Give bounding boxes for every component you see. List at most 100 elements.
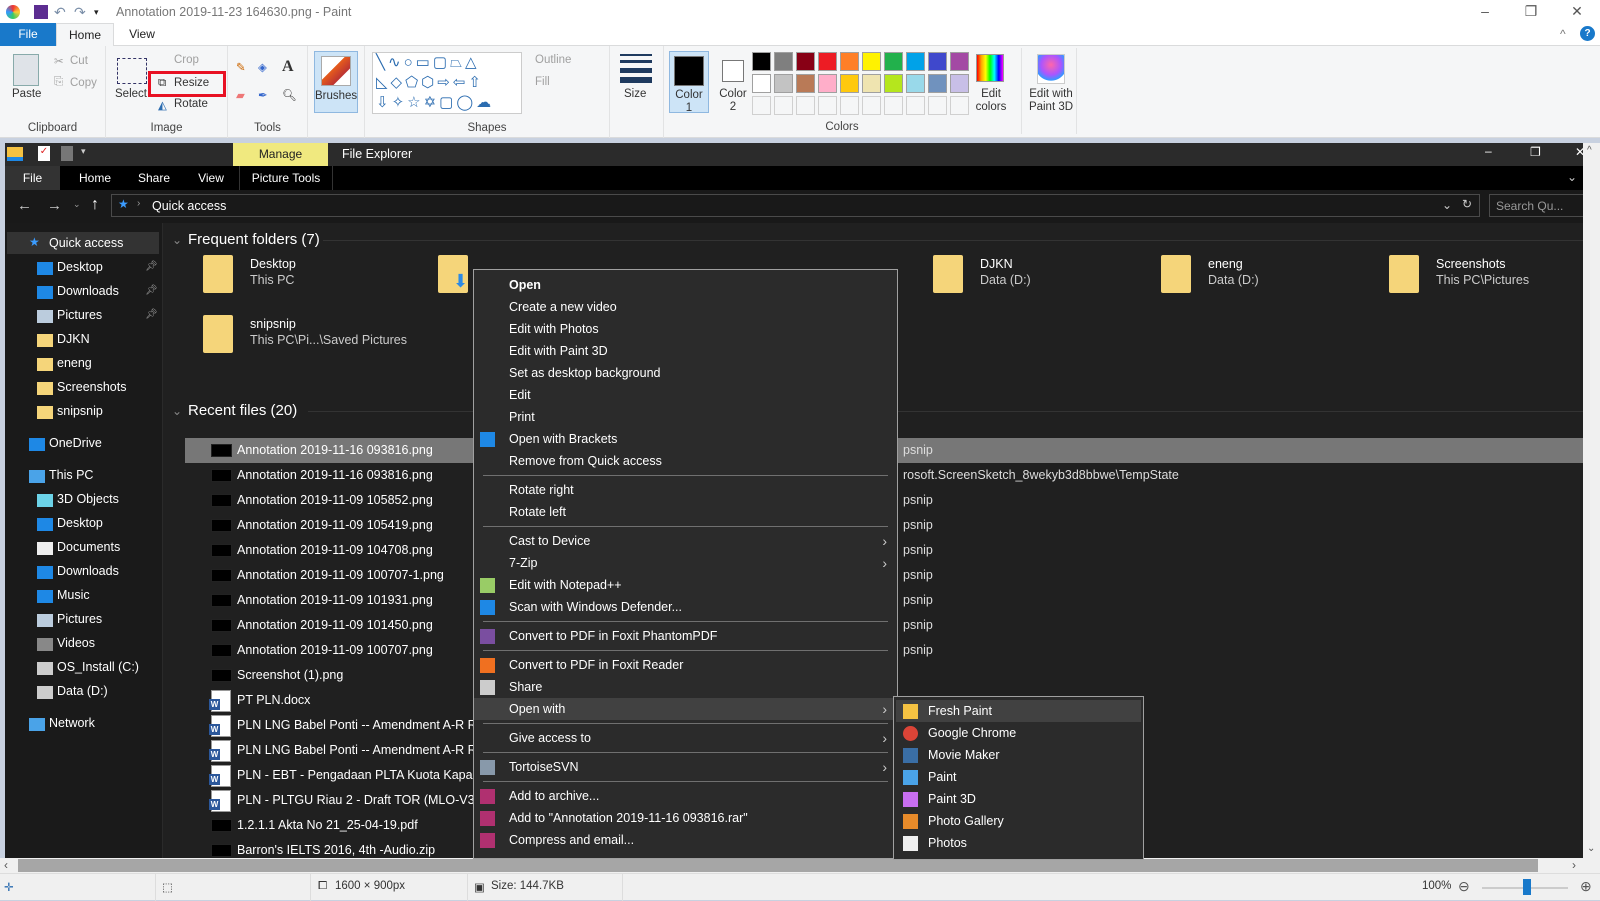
up-icon[interactable]: ↑ [91, 196, 99, 214]
select-button[interactable]: Select [115, 88, 147, 100]
folder-name[interactable]: eneng [1208, 257, 1243, 271]
context-menu-item[interactable]: Remove from Quick access [474, 450, 897, 472]
nav-item[interactable]: snipsnip [57, 404, 103, 418]
help-icon[interactable]: ? [1580, 26, 1595, 41]
nav-item[interactable]: This PC [49, 468, 93, 482]
scroll-right-icon[interactable]: › [1572, 858, 1576, 872]
palette-custom-swatch[interactable] [928, 96, 947, 115]
horizontal-scroll-thumb[interactable] [18, 859, 1538, 872]
paste-icon[interactable] [13, 54, 39, 86]
select-icon[interactable] [117, 58, 147, 84]
palette-color-swatch[interactable] [818, 74, 837, 93]
context-menu-item[interactable]: Convert to PDF in Foxit Reader [474, 654, 897, 676]
edit-with-paint3d-button[interactable]: Edit with Paint 3D [1026, 88, 1076, 114]
outline-button[interactable]: Outline [535, 54, 571, 66]
open-with-item[interactable]: Movie Maker [896, 744, 1141, 766]
palette-custom-swatch[interactable] [752, 96, 771, 115]
palette-custom-swatch[interactable] [862, 96, 881, 115]
brushes-button[interactable]: Brushes [314, 51, 358, 113]
save-icon[interactable] [34, 4, 48, 19]
edit-colors-button[interactable]: Edit colors [972, 88, 1010, 114]
recent-locations-icon[interactable]: ⌄ [73, 199, 81, 210]
horizontal-scrollbar[interactable]: ‹ › [0, 858, 1600, 873]
palette-color-swatch[interactable] [796, 52, 815, 71]
recent-files-heading[interactable]: Recent files (20) [188, 402, 297, 419]
palette-color-swatch[interactable] [928, 74, 947, 93]
paste-button[interactable]: Paste [12, 88, 41, 100]
manage-tab[interactable]: Manage [233, 143, 328, 166]
scroll-left-icon[interactable]: ‹ [4, 858, 8, 872]
nav-item[interactable]: OneDrive [49, 436, 102, 450]
palette-color-swatch[interactable] [884, 52, 903, 71]
context-menu-item[interactable]: Open with › [474, 698, 897, 720]
context-menu-item[interactable]: Set as desktop background [474, 362, 897, 384]
zoom-out-button[interactable]: ⊖ [1458, 878, 1470, 895]
tab-file[interactable]: File [0, 23, 56, 46]
context-menu-item[interactable]: Edit [474, 384, 897, 406]
nav-item[interactable]: Screenshots [57, 380, 126, 394]
nav-item[interactable]: Network [49, 716, 95, 730]
open-with-item[interactable]: Paint [896, 766, 1141, 788]
rotate-button[interactable]: Rotate [174, 98, 208, 110]
nav-item[interactable]: OS_Install (C:) [57, 660, 139, 674]
context-menu-item[interactable]: Edit with Notepad++ [474, 574, 897, 596]
refresh-icon[interactable]: ↻ [1462, 197, 1472, 211]
back-icon[interactable]: ← [17, 197, 32, 214]
palette-color-swatch[interactable] [950, 74, 969, 93]
palette-color-swatch[interactable] [862, 52, 881, 71]
explorer-tab-home[interactable]: Home [65, 166, 125, 190]
context-menu-item[interactable]: 7-Zip › [474, 552, 897, 574]
shapes-gallery[interactable]: ╲∿○▭▢⏢△ ◺◇⬠⬡⇨⇦⇧ ⇩✧☆✡▢◯☁ [372, 52, 522, 114]
nav-item[interactable]: Downloads [57, 564, 119, 578]
palette-custom-swatch[interactable] [840, 96, 859, 115]
nav-item[interactable]: eneng [57, 356, 92, 370]
explorer-close-button[interactable]: ✕ [1575, 145, 1583, 159]
open-with-item[interactable]: Photo Gallery [896, 810, 1141, 832]
forward-icon[interactable]: → [47, 197, 62, 214]
search-input[interactable]: Search Qu... [1489, 194, 1583, 217]
address-dropdown-icon[interactable]: ⌄ [1442, 198, 1452, 212]
context-menu-item[interactable]: Cast to Device › [474, 530, 897, 552]
folder-name[interactable]: Desktop [250, 257, 296, 271]
new-folder-icon[interactable] [61, 146, 73, 161]
palette-color-swatch[interactable] [950, 52, 969, 71]
explorer-minimize-button[interactable]: – [1485, 144, 1492, 158]
palette-color-swatch[interactable] [796, 74, 815, 93]
palette-color-swatch[interactable] [752, 74, 771, 93]
palette-custom-swatch[interactable] [796, 96, 815, 115]
palette-color-swatch[interactable] [818, 52, 837, 71]
palette-custom-swatch[interactable] [950, 96, 969, 115]
context-menu-item[interactable]: Print [474, 406, 897, 428]
nav-item[interactable]: Desktop [57, 260, 103, 274]
nav-item[interactable]: DJKN [57, 332, 90, 346]
context-menu-item[interactable]: Share [474, 676, 897, 698]
palette-color-swatch[interactable] [774, 74, 793, 93]
context-menu-item[interactable]: Add to "Annotation 2019-11-16 093816.rar… [474, 807, 897, 829]
zoom-slider-thumb[interactable] [1523, 879, 1531, 895]
vertical-scrollbar[interactable]: ^ ⌄ [1583, 143, 1600, 858]
open-with-item[interactable]: Fresh Paint [896, 700, 1141, 722]
palette-color-swatch[interactable] [906, 74, 925, 93]
customize-quick-access-icon[interactable]: ▾ [94, 5, 108, 19]
undo-icon[interactable]: ↶ [54, 5, 68, 19]
palette-color-swatch[interactable] [928, 52, 947, 71]
properties-icon[interactable]: ✓ [38, 146, 50, 161]
folder-name[interactable]: Screenshots [1436, 257, 1505, 271]
nav-item[interactable]: Music [57, 588, 90, 602]
fill-button[interactable]: Fill [535, 76, 550, 88]
context-menu-item[interactable]: Rotate right [474, 479, 897, 501]
context-menu-item[interactable]: Add to archive... [474, 785, 897, 807]
palette-color-swatch[interactable] [906, 52, 925, 71]
collapse-recent-icon[interactable]: ⌄ [172, 404, 182, 418]
nav-item[interactable]: Pictures [57, 308, 102, 322]
crop-button[interactable]: Crop [174, 54, 199, 66]
context-menu-item[interactable]: Give access to › [474, 727, 897, 749]
resize-button[interactable]: Resize [174, 77, 209, 89]
explorer-tab-view[interactable]: View [183, 166, 239, 190]
eraser-icon[interactable]: ▰ [236, 88, 245, 102]
context-menu-item[interactable]: Edit with Photos [474, 318, 897, 340]
context-menu-item[interactable]: TortoiseSVN › [474, 756, 897, 778]
palette-color-swatch[interactable] [840, 74, 859, 93]
address-bar[interactable]: ★ › Quick access ⌄ ↻ [111, 194, 1480, 217]
close-button[interactable]: ✕ [1554, 0, 1600, 23]
